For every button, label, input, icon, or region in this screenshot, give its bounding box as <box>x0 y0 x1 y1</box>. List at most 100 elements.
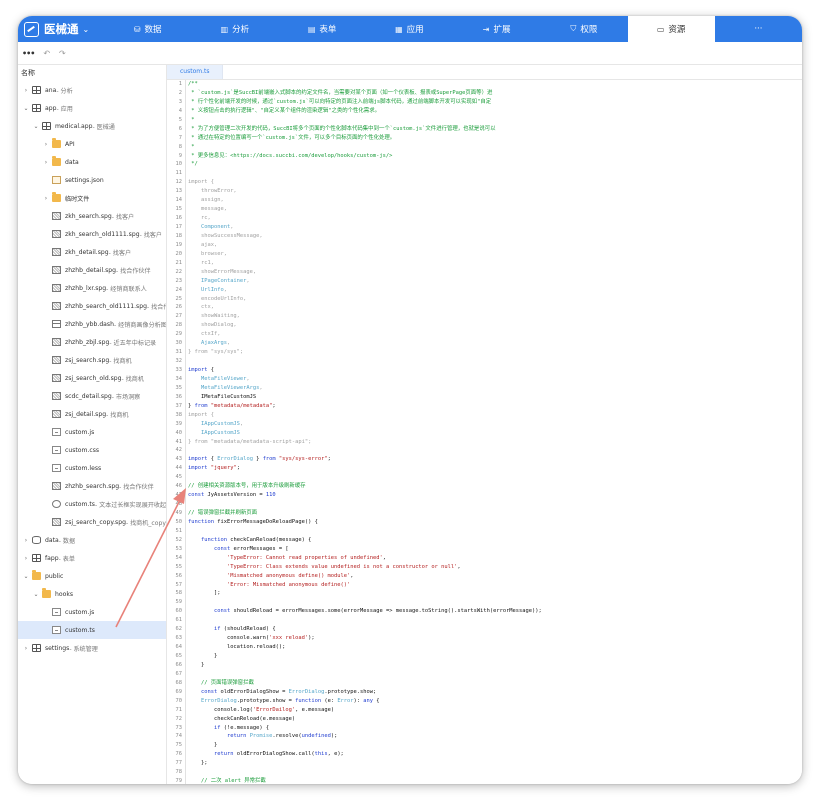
code-line[interactable] <box>188 598 802 607</box>
code-line[interactable]: */ <box>188 160 802 169</box>
tree-row[interactable]: zsj_search.spg - 找商机 <box>18 351 166 369</box>
undo-button[interactable]: ↶ <box>43 49 50 58</box>
code-line[interactable]: 'TypeError: Class extends value undefine… <box>188 563 802 572</box>
tree-row[interactable]: zkh_search.spg - 找客户 <box>18 207 166 225</box>
tree-row[interactable]: › ana - 分析 <box>18 81 166 99</box>
code-line[interactable]: import { <box>188 366 802 375</box>
nav-item-more[interactable]: ··· <box>715 16 802 42</box>
code-line[interactable]: } from "sys/sys"; <box>188 348 802 357</box>
code-line[interactable]: ctx, <box>188 303 802 312</box>
tree-row[interactable]: settings.json <box>18 171 166 189</box>
tree-row[interactable]: › data - 数据 <box>18 531 166 549</box>
code-line[interactable]: MetaFileViewerArgs, <box>188 384 802 393</box>
tree-row[interactable]: ⌄ hooks <box>18 585 166 603</box>
tree-row[interactable]: zkh_search_old1111.spg - 找客户 <box>18 225 166 243</box>
code-line[interactable]: browser, <box>188 250 802 259</box>
code-line[interactable]: const JyAssetsVersion = 110 <box>188 491 802 500</box>
code-line[interactable]: IMetaFileCustomJS <box>188 393 802 402</box>
tree-row[interactable]: ⌄ app - 应用 <box>18 99 166 117</box>
tree-row[interactable]: zsj_search_copy.spg - 找商机_copy <box>18 513 166 531</box>
tree-row[interactable]: › 临时文件 <box>18 189 166 207</box>
code-line[interactable] <box>188 527 802 536</box>
code-line[interactable]: } <box>188 741 802 750</box>
code-editor[interactable]: 1 2 3 4 5 6 7 8 9 10 11 12 13 14 15 16 17 18 19 20 21 22 23 24 2… <box>167 80 802 784</box>
code-line[interactable]: import "jquery"; <box>188 464 802 473</box>
code-line[interactable]: function fixErrorMessageDoReloadPage() { <box>188 518 802 527</box>
code-line[interactable]: checkCanReload(e.message) <box>188 715 802 724</box>
nav-item-5[interactable]: ⛉ 权限 <box>540 16 627 42</box>
code-line[interactable] <box>188 616 802 625</box>
code-line[interactable]: throwError, <box>188 187 802 196</box>
code-line[interactable]: } from "metadata/metadata"; <box>188 402 802 411</box>
code-line[interactable]: rc1, <box>188 259 802 268</box>
code-line[interactable]: encodeUrlInfo, <box>188 295 802 304</box>
tree-row[interactable]: zhzhb_ybb.dash - 经销商画像分析图 <box>18 315 166 333</box>
tree-row[interactable]: custom.ts - 文本过长框实现展开收起 <box>18 495 166 513</box>
tree-row[interactable]: zhzhb_zbjl.spg - 近五年中标记录 <box>18 333 166 351</box>
code-line[interactable]: // 错误弹窗拦截并刷新页面 <box>188 509 802 518</box>
code-line[interactable]: // 页面错误弹窗拦截 <box>188 679 802 688</box>
code-line[interactable]: UrlInfo, <box>188 286 802 295</box>
code-line[interactable]: ]; <box>188 589 802 598</box>
tree-row[interactable]: scdc_detail.spg - 市场洞察 <box>18 387 166 405</box>
code-line[interactable]: 'Error: Mismatched anonymous define()' <box>188 581 802 590</box>
code-line[interactable]: * 义按钮点击的执行逻辑"、"自定义某个组件的渲染逻辑"之类的个性化需求。 <box>188 107 802 116</box>
tree-row[interactable]: › settings - 系统管理 <box>18 639 166 657</box>
tree-row[interactable]: zsj_search_old.spg - 找商机 <box>18 369 166 387</box>
code-line[interactable] <box>188 500 802 509</box>
chevron-right-icon[interactable]: › <box>22 537 30 544</box>
code-line[interactable]: 'Mismatched anonymous define() module', <box>188 572 802 581</box>
tree-row[interactable]: zhzhb_search_old1111.spg - 找合作伙伴 <box>18 297 166 315</box>
code-line[interactable]: ajax, <box>188 241 802 250</box>
app-switcher[interactable]: 医械通 ⌄ <box>18 16 104 42</box>
code-line[interactable] <box>188 169 802 178</box>
code-line[interactable]: } <box>188 652 802 661</box>
code-line[interactable]: showWaiting, <box>188 312 802 321</box>
code-line[interactable]: IPageContainer, <box>188 277 802 286</box>
chevron-down-icon[interactable]: ⌄ <box>22 573 30 580</box>
tree-row[interactable]: zhzhb_search.spg - 找合作伙伴 <box>18 477 166 495</box>
chevron-right-icon[interactable]: › <box>22 87 30 94</box>
tab-custom-ts[interactable]: custom.ts <box>167 65 224 79</box>
code-line[interactable]: rc, <box>188 214 802 223</box>
code-line[interactable] <box>188 473 802 482</box>
code-line[interactable]: AjaxArgs, <box>188 339 802 348</box>
chevron-down-icon[interactable]: ⌄ <box>22 105 30 112</box>
tree-row[interactable]: custom.ts <box>18 621 166 639</box>
tree-row[interactable]: › API <box>18 135 166 153</box>
chevron-right-icon[interactable]: › <box>42 195 50 202</box>
code-line[interactable]: } <box>188 661 802 670</box>
code-line[interactable]: const errorMessages = [ <box>188 545 802 554</box>
code-line[interactable]: IAppCustomJS, <box>188 420 802 429</box>
code-line[interactable]: import { <box>188 178 802 187</box>
tree-row[interactable]: custom.js <box>18 603 166 621</box>
more-menu-button[interactable]: ••• <box>22 49 35 58</box>
code-line[interactable]: Component, <box>188 223 802 232</box>
code-line[interactable] <box>188 446 802 455</box>
code-line[interactable]: const shouldReload = errorMessages.some(… <box>188 607 802 616</box>
tree-row[interactable]: custom.css <box>18 441 166 459</box>
code-line[interactable]: ErrorDialog.prototype.show = function (e… <box>188 697 802 706</box>
chevron-right-icon[interactable]: › <box>22 555 30 562</box>
tree-row[interactable]: › fapp - 表单 <box>18 549 166 567</box>
chevron-down-icon[interactable]: ⌄ <box>32 123 40 130</box>
tree-row[interactable]: custom.less <box>18 459 166 477</box>
code-line[interactable]: showErrorMessage, <box>188 268 802 277</box>
code-line[interactable]: }; <box>188 759 802 768</box>
tree-row[interactable]: zhzhb_detail.spg - 找合作伙伴 <box>18 261 166 279</box>
code-line[interactable]: IAppCustomJS <box>188 429 802 438</box>
tree-row[interactable]: ⌄ public <box>18 567 166 585</box>
tree-row[interactable]: zsj_detail.spg - 找商机 <box>18 405 166 423</box>
code-line[interactable]: assign, <box>188 196 802 205</box>
chevron-right-icon[interactable]: › <box>42 141 50 148</box>
code-line[interactable]: * 行个性化前端开发的时候，通过`custom.js`可以向特定的页面注入前端j… <box>188 98 802 107</box>
nav-item-4[interactable]: ⇥ 扩展 <box>453 16 540 42</box>
code-line[interactable]: console.warn('xxx reload'); <box>188 634 802 643</box>
nav-item-6[interactable]: ▭ 资源 <box>627 16 715 42</box>
code-line[interactable]: * 通过在特定的位置编写一个`custom.js`文件，可以多个目标页面的个性化… <box>188 134 802 143</box>
tree-row[interactable]: › data <box>18 153 166 171</box>
tree-row[interactable]: custom.js <box>18 423 166 441</box>
chevron-right-icon[interactable]: › <box>42 159 50 166</box>
code-line[interactable]: * 更多信息见：<https://docs.succbi.com/develop… <box>188 152 802 161</box>
code-line[interactable]: MetaFileViewer, <box>188 375 802 384</box>
